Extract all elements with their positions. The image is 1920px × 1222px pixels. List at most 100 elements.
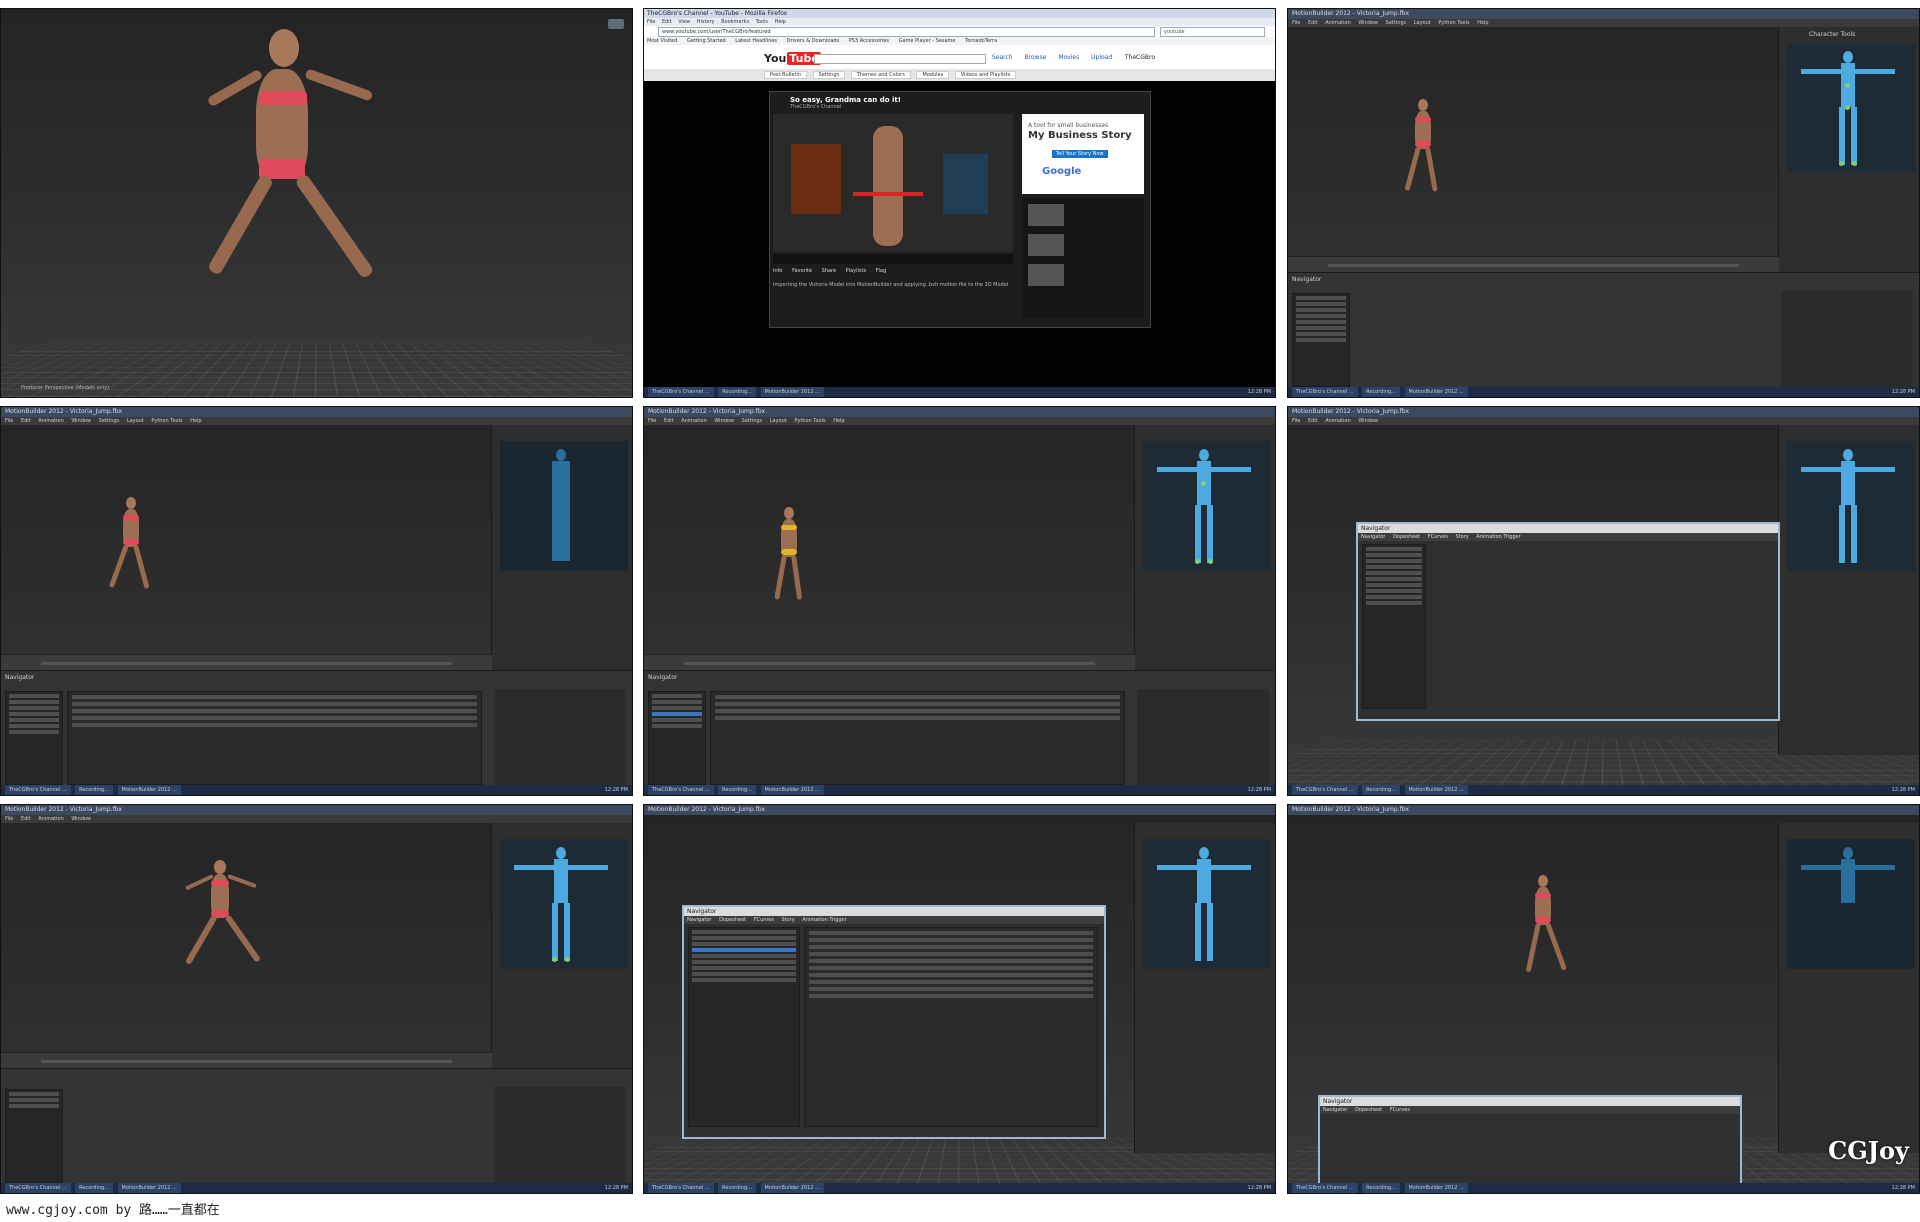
taskbar-item[interactable]: TheCGBro's Channel ... [5, 1183, 71, 1193]
taskbar-item[interactable]: Recording... [1362, 1183, 1400, 1193]
related-thumbnail[interactable] [1028, 204, 1064, 226]
menu-window[interactable]: Window [1358, 20, 1378, 26]
thumbnail-7[interactable]: MotionBuilder 2012 - Victoria_Jump.fbx F… [0, 804, 633, 1194]
thumbnail-1[interactable]: Producer Perspective (Models only) [0, 8, 633, 398]
menu-help[interactable]: Help [190, 418, 201, 424]
thumbnail-8[interactable]: MotionBuilder 2012 - Victoria_Jump.fbx N… [643, 804, 1276, 1194]
taskbar-item[interactable]: TheCGBro's Channel ... [648, 1183, 714, 1193]
tab-videos[interactable]: Videos and Playlists [954, 71, 1017, 79]
bookmark-item[interactable]: TornadoTerra [965, 38, 997, 44]
timeline[interactable] [1, 1052, 492, 1069]
thumbnail-3[interactable]: MotionBuilder 2012 - Victoria_Jump.fbx F… [1287, 8, 1920, 398]
menu-settings[interactable]: Settings [99, 418, 120, 424]
key-controls[interactable] [494, 1087, 626, 1183]
character-skeleton[interactable] [1143, 441, 1271, 571]
character-skeleton[interactable] [500, 839, 628, 969]
taskbar-item[interactable]: TheCGBro's Channel ... [1292, 387, 1358, 397]
navigator-window[interactable]: Navigator Navigator Dopesheet FCurves St… [682, 905, 1106, 1139]
tab-story[interactable]: Story [1456, 534, 1469, 540]
video-title[interactable]: So easy, Grandma can do it! [790, 96, 901, 104]
taskbar-item[interactable]: MotionBuilder 2012 ... [117, 785, 181, 795]
taskbar-item[interactable]: Recording... [718, 387, 756, 397]
taskbar-item[interactable]: MotionBuilder 2012 ... [1404, 785, 1468, 795]
menu-edit[interactable]: Edit [1308, 20, 1318, 26]
scene-tree[interactable] [1362, 544, 1426, 709]
key-controls[interactable] [1781, 291, 1913, 387]
share-button[interactable]: Share [822, 268, 836, 274]
menu-window[interactable]: Window [714, 418, 734, 424]
tab-dopesheet[interactable]: Dopesheet [719, 917, 746, 923]
taskbar-item[interactable]: TheCGBro's Channel ... [5, 785, 71, 795]
bookmark-item[interactable]: Getting Started [687, 38, 726, 44]
menu-window[interactable]: Window [71, 418, 91, 424]
taskbar-item[interactable]: MotionBuilder 2012 ... [117, 1183, 181, 1193]
menu-layout[interactable]: Layout [770, 418, 787, 424]
taskbar-item[interactable]: MotionBuilder 2012 ... [1404, 1183, 1468, 1193]
menu-python-tools[interactable]: Python Tools [794, 418, 825, 424]
browser-search-input[interactable]: youtube [1160, 27, 1265, 37]
video-player[interactable] [773, 114, 1013, 252]
thumbnail-9[interactable]: MotionBuilder 2012 - Victoria_Jump.fbx N… [1287, 804, 1920, 1194]
menu-settings[interactable]: Settings [742, 418, 763, 424]
menu-edit[interactable]: Edit [21, 418, 31, 424]
menu-python-tools[interactable]: Python Tools [1438, 20, 1469, 26]
taskbar-item[interactable]: Recording... [75, 785, 113, 795]
tab-navigator[interactable]: Navigator [1323, 1107, 1347, 1113]
tab-story[interactable]: Story [782, 917, 795, 923]
menu-layout[interactable]: Layout [127, 418, 144, 424]
tab-animation-trigger[interactable]: Animation Trigger [1476, 534, 1520, 540]
character-skeleton[interactable] [1787, 441, 1915, 571]
youtube-user[interactable]: TheCGBro [1125, 54, 1155, 61]
flag-button[interactable]: Flag [876, 268, 887, 274]
character-skeleton[interactable] [500, 441, 628, 571]
menu-animation[interactable]: Animation [1325, 20, 1351, 26]
tab-navigator[interactable]: Navigator [687, 917, 711, 923]
scene-tree[interactable] [648, 691, 706, 785]
yt-nav-movies[interactable]: Movies [1058, 54, 1079, 61]
menu-file[interactable]: File [1292, 20, 1300, 26]
menu-help[interactable]: Help [1477, 20, 1488, 26]
tab-dopesheet[interactable]: Dopesheet [1393, 534, 1420, 540]
pane-tab-navigator[interactable]: Navigator [5, 674, 34, 681]
menu-edit[interactable]: Edit [664, 418, 674, 424]
taskbar-item[interactable]: MotionBuilder 2012 ... [760, 1183, 824, 1193]
menu-animation[interactable]: Animation [1325, 418, 1351, 424]
menu-edit[interactable]: Edit [1308, 418, 1318, 424]
menu-window[interactable]: Window [1358, 418, 1378, 424]
menu-python-tools[interactable]: Python Tools [151, 418, 182, 424]
bookmark-item[interactable]: PS3 Accessories [849, 38, 889, 44]
timeline[interactable] [644, 654, 1135, 671]
menu-layout[interactable]: Layout [1414, 20, 1431, 26]
menu-file[interactable]: File [647, 19, 655, 25]
menu-tools[interactable]: Tools [756, 19, 768, 25]
menu-animation[interactable]: Animation [38, 418, 64, 424]
menu-window[interactable]: Window [71, 816, 91, 822]
thumbnail-6[interactable]: MotionBuilder 2012 - Victoria_Jump.fbx F… [1287, 406, 1920, 796]
thumbnail-4[interactable]: MotionBuilder 2012 - Victoria_Jump.fbx F… [0, 406, 633, 796]
bookmark-item[interactable]: Drivers & Downloads [787, 38, 840, 44]
timeline[interactable] [1288, 256, 1779, 273]
youtube-logo[interactable]: You Tube [764, 52, 821, 65]
menu-view[interactable]: View [678, 19, 690, 25]
favorite-button[interactable]: Favorite [792, 268, 812, 274]
menu-file[interactable]: File [1292, 418, 1300, 424]
tab-animation-trigger[interactable]: Animation Trigger [802, 917, 846, 923]
navigator-window[interactable]: Navigator Navigator Dopesheet FCurves [1318, 1095, 1742, 1189]
character-skeleton[interactable] [1143, 839, 1271, 969]
camera-icon[interactable] [608, 19, 624, 29]
menu-edit[interactable]: Edit [662, 19, 672, 25]
scene-tree[interactable] [688, 927, 800, 1127]
tab-fcurves[interactable]: FCurves [754, 917, 774, 923]
bookmark-item[interactable]: Latest Headlines [735, 38, 777, 44]
taskbar-item[interactable]: TheCGBro's Channel ... [648, 387, 714, 397]
yt-nav-search[interactable]: Search [992, 54, 1013, 61]
key-controls[interactable] [1137, 689, 1269, 785]
yt-nav-browse[interactable]: Browse [1025, 54, 1047, 61]
address-bar[interactable]: www.youtube.com/user/TheCGBro/featured [658, 27, 1155, 37]
thumbnail-5[interactable]: MotionBuilder 2012 - Victoria_Jump.fbx F… [643, 406, 1276, 796]
taskbar-item[interactable]: Recording... [718, 785, 756, 795]
character-skeleton[interactable] [1787, 43, 1915, 173]
tab-post-bulletin[interactable]: Post Bulletin [764, 71, 808, 79]
pane-tab-navigator[interactable]: Navigator [1292, 276, 1321, 283]
menu-bookmarks[interactable]: Bookmarks [721, 19, 749, 25]
